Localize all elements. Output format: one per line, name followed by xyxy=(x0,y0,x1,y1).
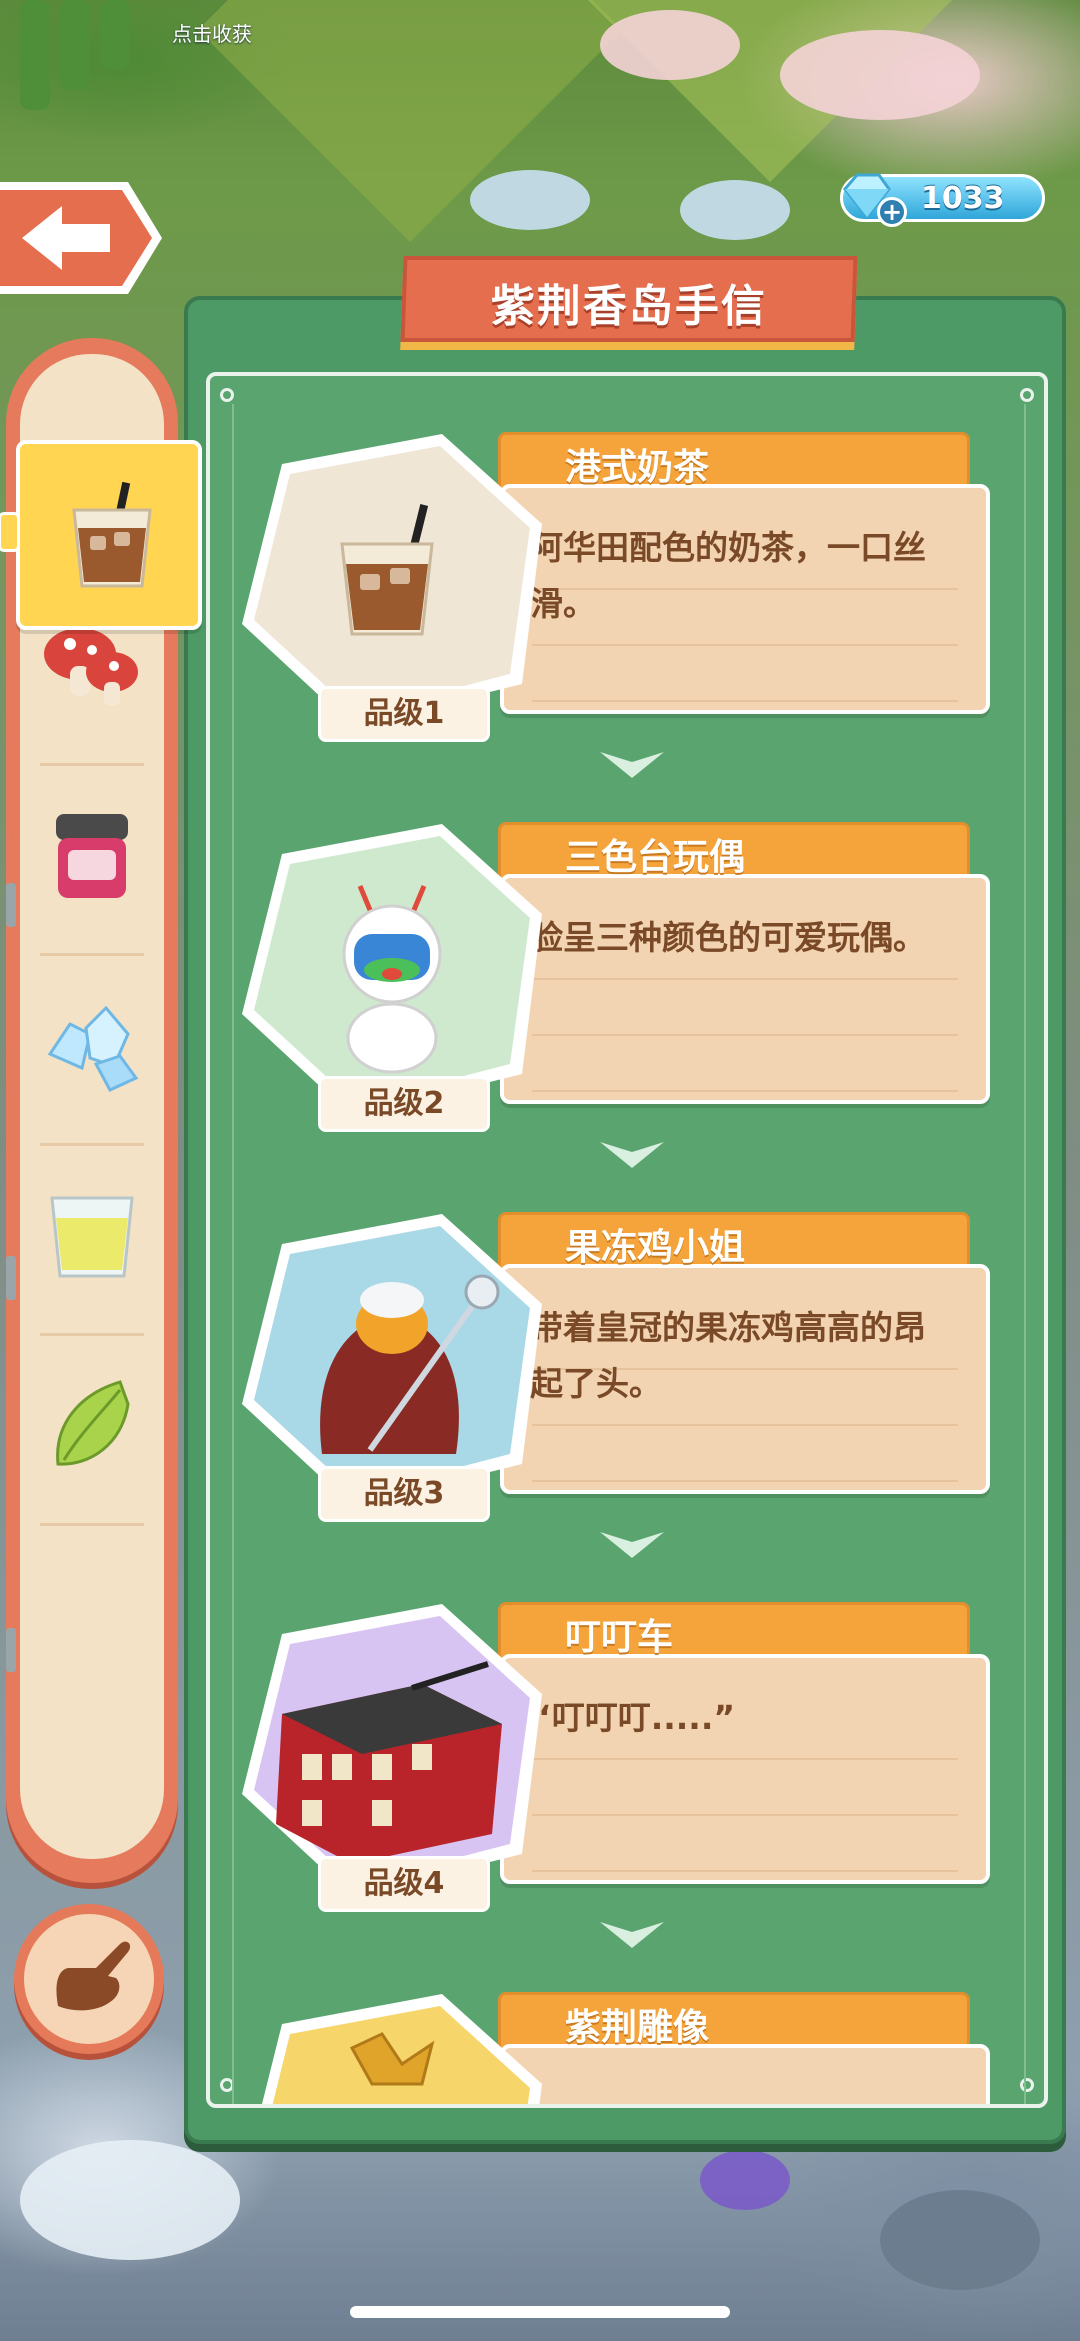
panel-title-banner: 紫荆香岛手信 xyxy=(400,256,858,342)
harvest-hint-label[interactable]: 点击收获 xyxy=(172,18,252,47)
item-name: 紫荆雕像 xyxy=(565,2007,710,2048)
item-tier-badge: 品级4 xyxy=(318,1856,490,1912)
crystal-icon xyxy=(47,1005,139,1092)
down-chevron-icon xyxy=(600,1922,664,1948)
down-chevron-icon xyxy=(600,752,664,778)
item-tier-badge: 品级1 xyxy=(318,686,490,742)
home-indicator[interactable] xyxy=(350,2306,730,2318)
item-tier-badge: 品级3 xyxy=(318,1466,490,1522)
gem-currency-counter[interactable]: + 1033 xyxy=(840,173,1045,227)
juice-glass-icon xyxy=(50,1196,134,1278)
gem-amount: 1033 xyxy=(921,181,1005,216)
item-list[interactable]: 港式奶茶 阿华田配色的奶茶，一口丝滑。 品级1 三色台玩偶 脸呈三种颜色的可爱玩… xyxy=(206,372,1048,2108)
back-button[interactable] xyxy=(0,178,165,298)
item-description: “叮叮叮.....” xyxy=(530,1698,736,1737)
item-tier-badge: 品级2 xyxy=(318,1076,490,1132)
hand-pointer-icon xyxy=(56,1941,131,2011)
item-card[interactable]: 果冻鸡小姐 带着皇冠的果冻鸡高高的昂起了头。 品级3 xyxy=(230,1204,1030,1534)
item-desc-box xyxy=(500,1654,990,1884)
add-gems-button[interactable]: + xyxy=(877,197,907,227)
hand-pointer-button[interactable] xyxy=(14,1904,164,2054)
sidebar-item-crystal[interactable] xyxy=(20,956,164,1146)
panel-title: 紫荆香岛手信 xyxy=(490,281,767,332)
sidebar-item-jam-jar[interactable] xyxy=(20,766,164,956)
item-name: 三色台玩偶 xyxy=(565,837,746,878)
item-card[interactable]: 三色台玩偶 脸呈三种颜色的可爱玩偶。 品级2 xyxy=(230,814,1030,1144)
bamboo-shoot-icon xyxy=(56,1380,130,1466)
item-name: 叮叮车 xyxy=(565,1617,674,1658)
item-name: 港式奶茶 xyxy=(565,447,710,488)
item-card[interactable]: 紫荆雕像 xyxy=(230,1984,1030,2104)
active-tab-marker xyxy=(0,512,20,552)
item-desc-box xyxy=(500,874,990,1104)
item-description: 阿华田配色的奶茶，一口丝滑。 xyxy=(530,528,926,623)
down-chevron-icon xyxy=(600,1532,664,1558)
item-name: 果冻鸡小姐 xyxy=(565,1227,746,1268)
item-card[interactable]: 港式奶茶 阿华田配色的奶茶，一口丝滑。 品级1 xyxy=(230,424,1030,754)
sidebar-item-juice[interactable] xyxy=(20,1146,164,1336)
sidebar-item-milk-tea[interactable] xyxy=(16,440,202,630)
item-description: 带着皇冠的果冻鸡高高的昂起了头。 xyxy=(530,1308,926,1403)
item-image xyxy=(262,1994,542,2104)
jam-jar-icon xyxy=(56,814,128,898)
milk-tea-icon xyxy=(72,482,152,588)
item-description: 脸呈三种颜色的可爱玩偶。 xyxy=(530,918,926,957)
down-chevron-icon xyxy=(600,1142,664,1168)
item-card[interactable]: 叮叮车 “叮叮叮.....” 品级4 xyxy=(230,1594,1030,1924)
item-desc-box xyxy=(500,2044,990,2104)
sidebar-item-bamboo-shoot[interactable] xyxy=(20,1336,164,1526)
